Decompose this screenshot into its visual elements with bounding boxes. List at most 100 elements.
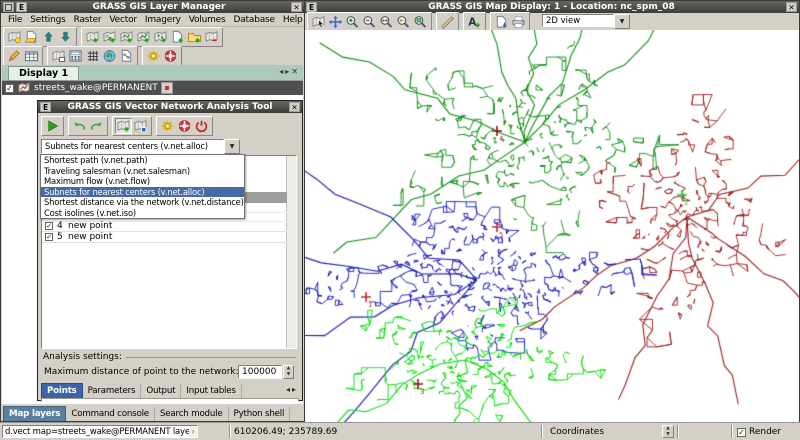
combo-dropdown-icon[interactable]: ▼ — [614, 14, 630, 29]
method-dropdown-list[interactable]: Shortest path (v.net.path)Traveling sale… — [40, 154, 245, 219]
spin-down-icon[interactable]: ▼ — [663, 432, 673, 438]
checkbox-checked-icon[interactable]: ✓ — [45, 233, 53, 241]
undo-icon[interactable] — [71, 118, 88, 134]
settings-icon[interactable] — [159, 118, 176, 134]
zoom-to-map-icon[interactable] — [412, 14, 429, 30]
attribute-table-icon[interactable] — [23, 48, 40, 64]
menu-volumes[interactable]: Volumes — [185, 14, 230, 26]
add-vector-misc-icon[interactable] — [152, 29, 169, 45]
window-menu-icon[interactable]: E — [306, 2, 317, 12]
map-canvas[interactable] — [305, 30, 799, 422]
tab-command-console[interactable]: Command console — [66, 407, 155, 421]
save-workspace-icon[interactable] — [57, 29, 74, 45]
tab-parameters[interactable]: Parameters — [83, 384, 142, 398]
load-workspace-icon[interactable] — [40, 29, 57, 45]
zoom-in-icon[interactable] — [344, 14, 361, 30]
snapping-icon[interactable] — [132, 118, 149, 134]
point-row[interactable]: ✓4new point — [42, 221, 287, 232]
method-combo-value[interactable]: Subnets for nearest centers (v.net.alloc… — [41, 139, 224, 154]
graphical-modeler-icon[interactable] — [118, 48, 135, 64]
statusbar-mode-spinner[interactable]: ▲ ▼ — [662, 425, 674, 438]
analyze-icon[interactable] — [439, 14, 456, 30]
save-display-icon[interactable] — [493, 14, 510, 30]
window-menu-icon[interactable]: E — [16, 2, 27, 12]
display-map-icon[interactable] — [310, 14, 327, 30]
tab-input-tables[interactable]: Input tables — [181, 384, 241, 398]
layer-row[interactable]: ✓ streets_wake@PERMANENT — [2, 81, 303, 95]
nviz-3d-icon[interactable] — [101, 48, 118, 64]
georectifier-icon[interactable] — [84, 48, 101, 64]
menu-help[interactable]: Help — [279, 14, 307, 26]
print-display-icon[interactable] — [510, 14, 527, 30]
add-command-layer-icon[interactable] — [169, 29, 186, 45]
method-option[interactable]: Subnets for nearest centers (v.net.alloc… — [41, 187, 244, 198]
tab-display-1[interactable]: Display 1 — [8, 66, 79, 81]
tab-output[interactable]: Output — [141, 384, 181, 398]
add-raster-layer-icon[interactable] — [101, 29, 118, 45]
zoom-extent-icon[interactable] — [378, 14, 395, 30]
quit-icon[interactable] — [193, 118, 210, 134]
statusbar-mode-combo[interactable]: Coordinates ▲ ▼ — [546, 425, 674, 438]
method-option[interactable]: Maximum flow (v.net.flow) — [41, 176, 244, 187]
close-icon[interactable]: ✕ — [291, 2, 302, 12]
display-tab-controls[interactable]: ◂▸✕ — [279, 67, 300, 76]
pan-icon[interactable] — [327, 14, 344, 30]
help-icon[interactable] — [162, 48, 179, 64]
render-toggle[interactable]: ✓ Render — [737, 427, 781, 437]
tab-scroll-arrows[interactable]: ◂▸ — [286, 385, 298, 394]
close-icon[interactable]: ✕ — [786, 2, 797, 12]
combo-dropdown-icon[interactable]: ▼ — [224, 139, 240, 154]
tab-points[interactable]: Points — [41, 383, 83, 398]
add-multiple-layers-icon[interactable] — [84, 29, 101, 45]
menu-imagery[interactable]: Imagery — [141, 14, 185, 26]
view-mode-combo[interactable]: 2D view▼ — [542, 14, 630, 29]
run-icon[interactable] — [44, 118, 61, 134]
method-option[interactable]: Shortest path (v.net.path) — [41, 155, 244, 166]
redo-icon[interactable] — [88, 118, 105, 134]
spin-down-icon[interactable]: ▼ — [284, 372, 293, 378]
settings-icon[interactable] — [145, 48, 162, 64]
insert-points-icon[interactable] — [115, 118, 132, 134]
method-option[interactable]: Traveling salesman (v.net.salesman) — [41, 166, 244, 177]
layer-checkbox-checked-icon[interactable]: ✓ — [5, 84, 14, 93]
zoom-back-icon[interactable] — [395, 14, 412, 30]
layer-manager-titlebar[interactable]: E GRASS GIS Layer Manager ✕ — [1, 1, 304, 13]
menu-raster[interactable]: Raster — [70, 14, 106, 26]
delete-layer-icon[interactable] — [203, 29, 220, 45]
zoom-out-icon[interactable] — [361, 14, 378, 30]
tab-map-layers[interactable]: Map layers — [3, 406, 66, 421]
max-distance-input[interactable]: 100000 — [238, 365, 282, 379]
view-mode-value[interactable]: 2D view — [542, 14, 614, 27]
method-combo[interactable]: Subnets for nearest centers (v.net.alloc… — [41, 139, 240, 154]
tab-search-module[interactable]: Search module — [155, 407, 229, 421]
menu-vector[interactable]: Vector — [105, 14, 140, 26]
close-icon[interactable]: ✕ — [289, 102, 300, 112]
method-option[interactable]: Cost isolines (v.net.iso) — [41, 208, 244, 219]
new-display-icon[interactable] — [50, 48, 67, 64]
tabs-right-icon[interactable]: ▸ — [292, 385, 298, 394]
tab-python-shell[interactable]: Python shell — [229, 407, 291, 421]
points-scrollbar[interactable] — [286, 156, 296, 348]
menu-settings[interactable]: Settings — [26, 14, 69, 26]
point-row[interactable]: ✓5new point — [42, 232, 287, 243]
add-vector-layer-icon[interactable] — [135, 29, 152, 45]
window-box-icon[interactable] — [3, 2, 14, 12]
window-menu-icon[interactable]: E — [40, 102, 51, 112]
command-prompt[interactable]: d.vect map=streets_wake@PERMANENT layer=… — [2, 425, 198, 438]
checkbox-checked-icon[interactable]: ✓ — [45, 222, 53, 230]
help-icon[interactable] — [176, 118, 193, 134]
map-calculator-icon[interactable] — [67, 48, 84, 64]
new-workspace-icon[interactable] — [6, 29, 23, 45]
menu-file[interactable]: File — [4, 14, 26, 26]
max-distance-spinner[interactable]: ▲ ▼ — [283, 365, 294, 379]
close-tab-icon[interactable]: ✕ — [291, 67, 300, 76]
vnet-titlebar[interactable]: E GRASS GIS Vector Network Analysis Tool… — [38, 101, 302, 113]
render-checkbox-checked-icon[interactable]: ✓ — [737, 428, 746, 437]
vector-digitizer-icon[interactable] — [6, 48, 23, 64]
add-overlay-icon[interactable]: A — [466, 14, 483, 30]
layer-badge-icon[interactable] — [161, 82, 173, 94]
open-workspace-icon[interactable] — [23, 29, 40, 45]
add-raster-misc-icon[interactable] — [118, 29, 135, 45]
add-group-icon[interactable] — [186, 29, 203, 45]
overflow-icon[interactable]: › — [189, 426, 197, 437]
